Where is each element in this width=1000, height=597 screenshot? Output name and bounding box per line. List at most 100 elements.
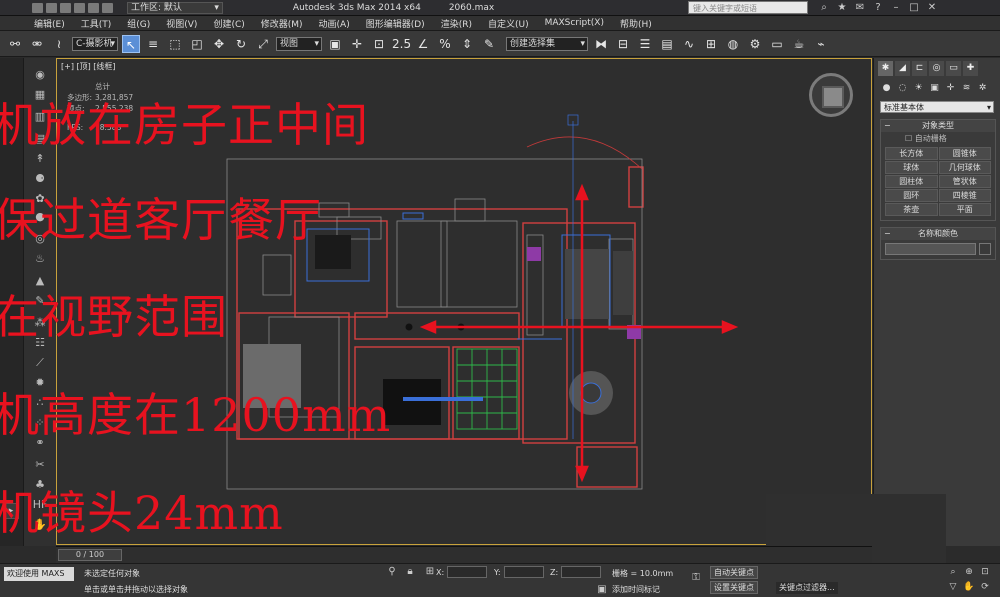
- teapot-button[interactable]: 茶壶: [885, 203, 938, 216]
- isolate-selection-icon[interactable]: ⚲: [386, 566, 398, 578]
- primitive-category-dropdown[interactable]: 标准基本体: [880, 101, 994, 113]
- menu-create[interactable]: 创建(C): [213, 17, 244, 30]
- eye-icon[interactable]: ◉: [31, 66, 49, 83]
- torus-button[interactable]: 圆环: [885, 189, 938, 202]
- hand-icon[interactable]: ✋: [31, 516, 49, 533]
- open-file-icon[interactable]: [46, 2, 57, 13]
- menu-views[interactable]: 视图(V): [166, 17, 197, 30]
- render-production-icon[interactable]: ☕: [790, 35, 808, 53]
- systems-icon[interactable]: ✲: [976, 82, 989, 95]
- unlink-icon[interactable]: ⚮: [28, 35, 46, 53]
- render-iterative-icon[interactable]: ⌁: [812, 35, 830, 53]
- plant-icon[interactable]: ♣: [31, 476, 49, 493]
- selection-filter-dropdown[interactable]: C-摄影机: [72, 36, 118, 51]
- communication-icon[interactable]: ✉: [854, 2, 866, 14]
- project-folder-icon[interactable]: [102, 2, 113, 13]
- window-crossing-icon[interactable]: ◰: [188, 35, 206, 53]
- binoculars-icon[interactable]: ⌕: [818, 2, 830, 14]
- keyboard-shortcut-override-icon[interactable]: ⊡: [370, 35, 388, 53]
- spray-icon[interactable]: ⁂: [31, 314, 49, 331]
- help-icon[interactable]: ?: [872, 2, 884, 14]
- percent-snap-icon[interactable]: %: [436, 35, 454, 53]
- select-scale-icon[interactable]: ⤢: [254, 35, 272, 53]
- subscription-icon[interactable]: ★: [836, 2, 848, 14]
- sphere-button[interactable]: 球体: [885, 161, 938, 174]
- absolute-mode-icon[interactable]: ⊞: [424, 566, 436, 578]
- menu-customize[interactable]: 自定义(U): [488, 17, 529, 30]
- cone-button[interactable]: 圆锥体: [938, 147, 991, 160]
- edit-named-selection-icon[interactable]: ✎: [480, 35, 498, 53]
- sphere-icon[interactable]: ●: [31, 208, 49, 225]
- maximize-icon[interactable]: □: [908, 2, 920, 14]
- time-tag-icon[interactable]: ▣: [596, 584, 608, 596]
- display-tab-icon[interactable]: ▭: [946, 61, 961, 76]
- workspace-dropdown[interactable]: 工作区: 默认: [127, 1, 223, 14]
- schematic-view-icon[interactable]: ⊞: [702, 35, 720, 53]
- snaps-toggle-icon[interactable]: 2.5: [392, 35, 411, 53]
- space-warps-icon[interactable]: ≋: [960, 82, 973, 95]
- selection-lock-icon[interactable]: 🔒︎: [404, 566, 416, 578]
- shapes-icon[interactable]: ◌: [896, 82, 909, 95]
- object-name-field[interactable]: [885, 243, 976, 255]
- reference-coord-dropdown[interactable]: 视图: [276, 36, 322, 51]
- menu-help[interactable]: 帮助(H): [620, 17, 652, 30]
- align-icon[interactable]: ⊟: [614, 35, 632, 53]
- helpers-icon[interactable]: ✛: [944, 82, 957, 95]
- menu-maxscript[interactable]: MAXScript(X): [545, 18, 604, 28]
- wall-tool-icon[interactable]: ▤: [31, 130, 49, 147]
- menu-group[interactable]: 组(G): [127, 17, 150, 30]
- torus-icon[interactable]: ◎: [31, 230, 49, 247]
- floor-plan-icon[interactable]: ▦: [31, 86, 49, 103]
- brush-icon[interactable]: ⟋: [31, 354, 49, 371]
- mirror-icon[interactable]: ⧓: [592, 35, 610, 53]
- cone-icon[interactable]: ▲: [31, 272, 49, 289]
- cylinder-button[interactable]: 圆柱体: [885, 175, 938, 188]
- object-type-title[interactable]: 对象类型: [881, 120, 995, 132]
- light-bulb-icon[interactable]: ⚈: [31, 170, 49, 187]
- auto-key-button[interactable]: 自动关键点: [710, 566, 758, 579]
- select-move-icon[interactable]: ✥: [210, 35, 228, 53]
- zoom-all-icon[interactable]: ⊕: [962, 566, 976, 579]
- curve-editor-icon[interactable]: ∿: [680, 35, 698, 53]
- geometry-icon[interactable]: ●: [880, 82, 893, 95]
- undo-icon[interactable]: [74, 2, 85, 13]
- select-by-name-icon[interactable]: ≡: [144, 35, 162, 53]
- tube-button[interactable]: 管状体: [938, 175, 991, 188]
- scissors-icon[interactable]: ✂: [31, 456, 49, 473]
- angle-snap-icon[interactable]: ∠: [414, 35, 432, 53]
- select-object-icon[interactable]: ↖: [122, 34, 140, 53]
- modify-tab-icon[interactable]: ◢: [895, 61, 910, 76]
- menu-modifiers[interactable]: 修改器(M): [261, 17, 303, 30]
- flame-icon[interactable]: ✹: [31, 374, 49, 391]
- spinner-snap-icon[interactable]: ⇕: [458, 35, 476, 53]
- x-field[interactable]: [447, 566, 488, 578]
- material-editor-icon[interactable]: ◍: [724, 35, 742, 53]
- new-file-icon[interactable]: [32, 2, 43, 13]
- stairs-icon[interactable]: ☷: [31, 334, 49, 351]
- menu-animation[interactable]: 动画(A): [319, 17, 350, 30]
- create-tab-icon[interactable]: ✱: [878, 61, 893, 76]
- redo-icon[interactable]: [88, 2, 99, 13]
- key-icon[interactable]: ⚿: [690, 572, 702, 584]
- layer-manager-icon[interactable]: ☰: [636, 35, 654, 53]
- grid-tool-icon[interactable]: ▥: [31, 108, 49, 125]
- pan-icon[interactable]: ✋: [962, 581, 976, 594]
- rendered-frame-window-icon[interactable]: ▭: [768, 35, 786, 53]
- graphite-toolbar-icon[interactable]: ▤: [658, 35, 676, 53]
- particle-icon[interactable]: ∴: [31, 394, 49, 411]
- timeline[interactable]: 0 / 100: [56, 546, 872, 563]
- select-rotate-icon[interactable]: ↻: [232, 35, 250, 53]
- auto-grid-checkbox[interactable]: ☐ 自动栅格: [881, 132, 995, 145]
- pivot-center-icon[interactable]: ▣: [326, 35, 344, 53]
- helper-icon[interactable]: ✿: [31, 190, 49, 207]
- zoom-extents-icon[interactable]: ⊡: [978, 566, 992, 579]
- z-field[interactable]: [561, 566, 602, 578]
- menu-graph-editors[interactable]: 图形编辑器(D): [366, 17, 425, 30]
- expand-arrow-icon[interactable]: ▸: [3, 503, 19, 519]
- rectangular-selection-icon[interactable]: ⬚: [166, 35, 184, 53]
- time-slider[interactable]: 0 / 100: [58, 549, 122, 561]
- dots-icon[interactable]: ⁘: [31, 414, 49, 431]
- named-selection-dropdown[interactable]: 创建选择集: [506, 36, 588, 51]
- object-color-swatch[interactable]: [979, 243, 991, 255]
- menu-rendering[interactable]: 渲染(R): [441, 17, 472, 30]
